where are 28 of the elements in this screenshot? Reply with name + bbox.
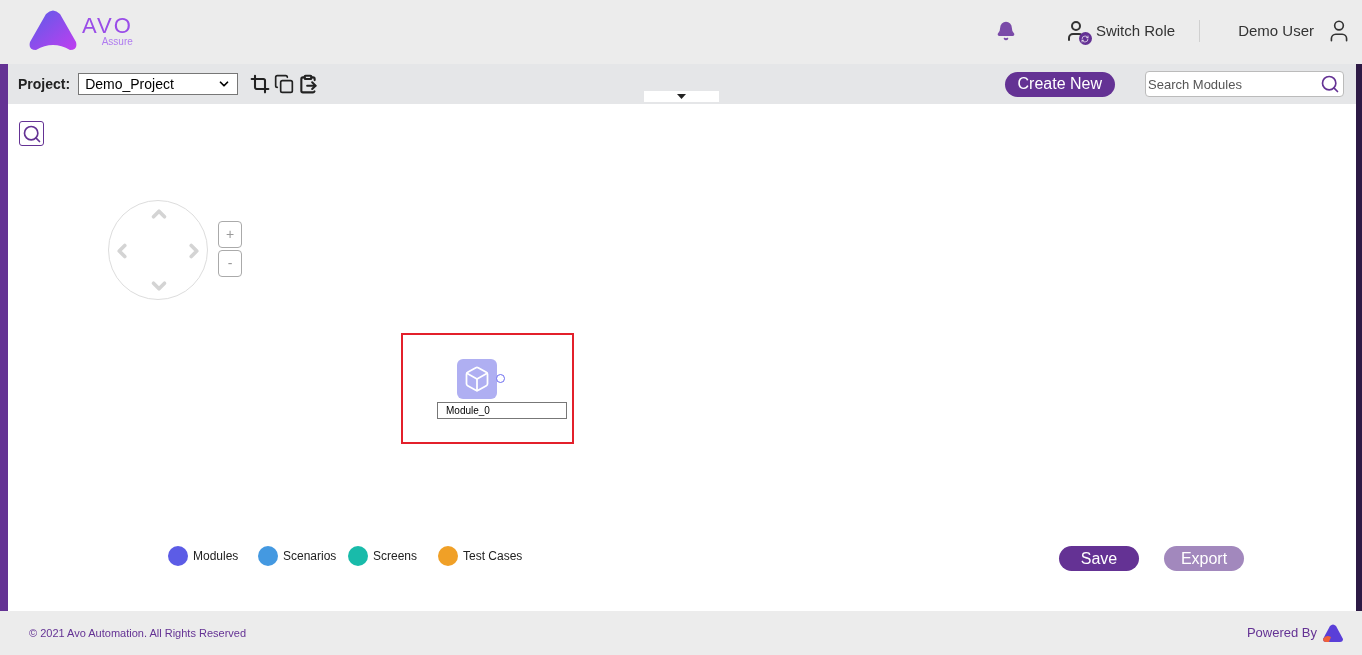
search-field[interactable]: Search Modules xyxy=(1145,71,1344,97)
user-name[interactable]: Demo User xyxy=(1238,19,1314,43)
caret-icon[interactable] xyxy=(677,94,686,99)
connector-handle-icon[interactable] xyxy=(496,374,505,383)
logo-icon xyxy=(28,10,78,52)
copyright-text: © 2021 Avo Automation. All Rights Reserved xyxy=(29,625,247,641)
avo-logo-icon xyxy=(1323,624,1343,642)
search-icon[interactable] xyxy=(1320,74,1340,94)
paste-icon[interactable] xyxy=(298,74,319,94)
logo-subtext: Assure xyxy=(101,37,133,47)
copy-icon[interactable] xyxy=(274,74,295,94)
node-name-field[interactable]: Module_0 xyxy=(437,402,567,419)
search-button[interactable] xyxy=(19,121,44,146)
project-select[interactable]: Demo_Project xyxy=(78,73,239,95)
logo-text: AVO xyxy=(82,15,133,37)
save-button[interactable]: Save xyxy=(1059,546,1139,571)
switch-role-button[interactable]: Switch Role xyxy=(1095,19,1201,43)
create-new-button[interactable]: Create New xyxy=(1004,71,1115,97)
collapse-tab[interactable] xyxy=(644,91,719,102)
legend-label: Test Cases xyxy=(463,548,523,565)
powered-by-text: Powered By xyxy=(1246,624,1317,643)
notification-bell-icon[interactable] xyxy=(995,21,1016,41)
legend-label: Scenarios xyxy=(283,548,337,565)
project-label: Project: xyxy=(18,74,71,94)
legend-label: Screens xyxy=(373,548,418,565)
crop-icon[interactable] xyxy=(250,74,271,94)
legend-label: Modules xyxy=(193,548,239,565)
module-node-icon[interactable] xyxy=(457,359,497,399)
